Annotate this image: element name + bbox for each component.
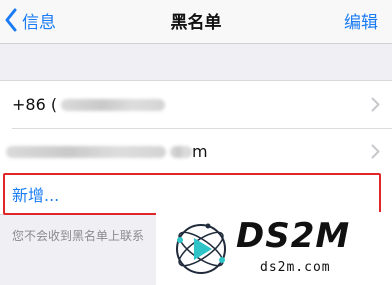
blocked-list: +86 ( m: [0, 80, 392, 176]
ds2m-logo: [176, 223, 226, 274]
contact-email-suffix: m: [192, 142, 208, 161]
watermark-url: ds2m.com: [260, 260, 331, 275]
redacted-text: [170, 145, 192, 158]
navigation-bar: 信息 黑名单 编辑: [0, 0, 392, 44]
edit-button[interactable]: 编辑: [344, 8, 378, 33]
watermark-brand: DS2M: [236, 216, 351, 256]
add-new-button[interactable]: 新增...: [3, 173, 381, 215]
chevron-right-icon: [371, 97, 380, 112]
footnote-text: 您不会收到黑名单上联系: [12, 229, 145, 243]
blocked-contact-row[interactable]: +86 (: [0, 81, 392, 128]
watermark: DS2M ds2m.com: [156, 212, 392, 285]
blocked-contact-row[interactable]: m: [0, 128, 392, 175]
page-title: 黑名单: [170, 13, 222, 33]
contact-number-prefix: +86 (: [12, 95, 58, 114]
chevron-right-icon: [371, 144, 380, 159]
redacted-text: [6, 145, 166, 158]
redacted-text: [61, 98, 166, 111]
